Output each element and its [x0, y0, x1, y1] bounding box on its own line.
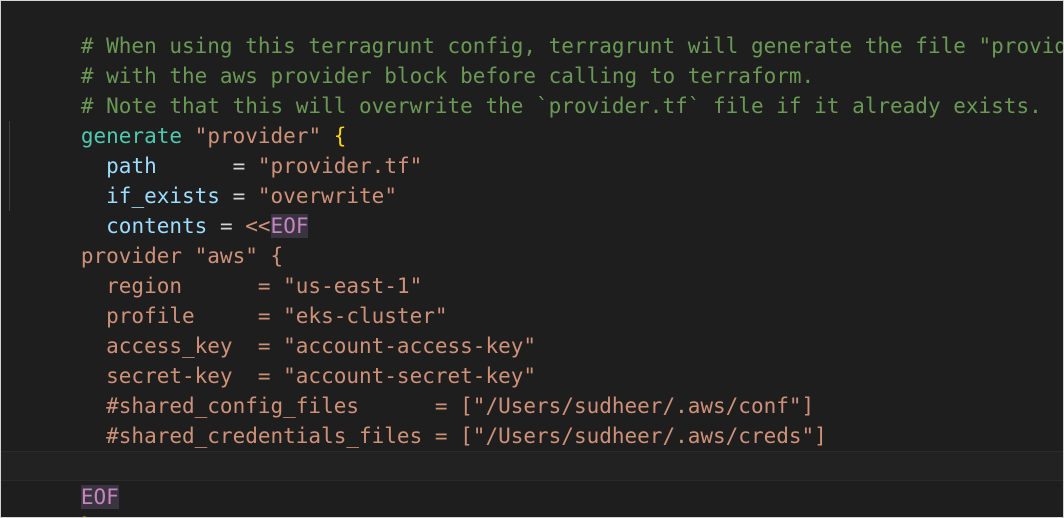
code-line-13: #shared_config_files = ["/Users/sudheer/… [1, 361, 1063, 418]
indent-guide [9, 151, 10, 181]
code-line-5: path = "provider.tf" [1, 121, 1063, 178]
code-line-4: generate "provider" { [1, 91, 1063, 148]
code-editor-frame: # When using this terragrunt config, ter… [0, 0, 1064, 518]
code-line-17: } [1, 481, 1063, 517]
indent-guide [9, 121, 10, 151]
code-line-16: EOF [1, 451, 1063, 509]
code-line-12: secret-key = "account-secret-key" [1, 331, 1063, 388]
close-brace: } [81, 514, 94, 517]
code-line-14: #shared_credentials_files = ["/Users/sud… [1, 391, 1063, 448]
indent-guide [9, 181, 10, 211]
code-editor[interactable]: # When using this terragrunt config, ter… [1, 1, 1063, 517]
code-line-1: # When using this terragrunt config, ter… [1, 1, 1063, 58]
code-line-2: # with the aws provider block before cal… [1, 31, 1063, 88]
code-line-15: } [1, 421, 1063, 478]
code-line-10: profile = "eks-cluster" [1, 271, 1063, 328]
code-line-8: provider "aws" { [1, 211, 1063, 268]
code-line-3: # Note that this will overwrite the `pro… [1, 61, 1063, 118]
code-line-7: contents = <<EOF [1, 181, 1063, 238]
code-line-6: if_exists = "overwrite" [1, 151, 1063, 208]
code-line-11: access_key = "account-access-key" [1, 301, 1063, 358]
code-line-9: region = "us-east-1" [1, 241, 1063, 298]
